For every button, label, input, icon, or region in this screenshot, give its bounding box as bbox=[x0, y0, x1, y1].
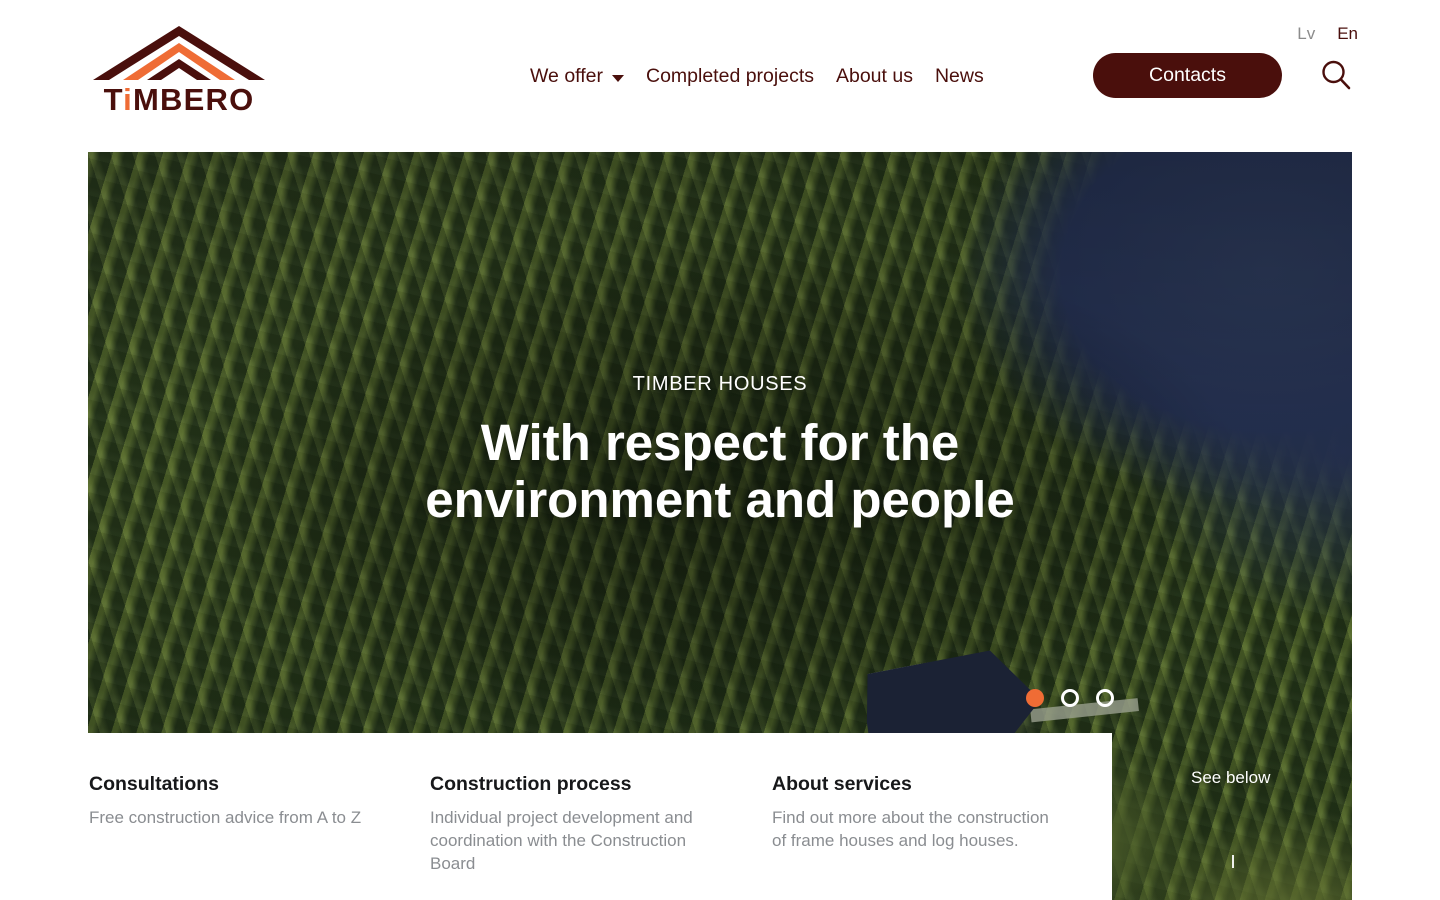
nav-item-we-offer[interactable]: We offer bbox=[530, 60, 624, 92]
scroll-indicator-tick bbox=[1232, 855, 1234, 868]
feature-title[interactable]: About services bbox=[772, 771, 1072, 797]
site-header: TiMBERO We offer Completed projects Abou… bbox=[0, 0, 1440, 152]
feature-text: Find out more about the construction of … bbox=[772, 808, 1049, 850]
logo-word-suffix: MBERO bbox=[133, 82, 255, 117]
feature-card-about-services[interactable]: About services Find out more about the c… bbox=[772, 771, 1072, 852]
carousel-dot-2[interactable] bbox=[1061, 689, 1079, 707]
nav-item-about-us[interactable]: About us bbox=[836, 60, 913, 92]
main-nav: We offer Completed projects About us New… bbox=[530, 60, 984, 92]
search-button[interactable] bbox=[1319, 58, 1353, 92]
see-below-link[interactable]: See below bbox=[1191, 766, 1270, 789]
feature-panel: Consultations Free construction advice f… bbox=[0, 733, 1112, 900]
landing-page: TIMBER HOUSES With respect for the envir… bbox=[0, 0, 1440, 900]
feature-card-construction-process[interactable]: Construction process Individual project … bbox=[430, 771, 730, 875]
carousel-dots[interactable] bbox=[1026, 689, 1114, 707]
logo-word-prefix: T bbox=[103, 82, 124, 117]
logo-word-accent: i bbox=[123, 82, 133, 117]
nav-label: We offer bbox=[530, 65, 603, 87]
contacts-button[interactable]: Contacts bbox=[1093, 53, 1282, 98]
feature-title[interactable]: Construction process bbox=[430, 771, 730, 797]
feature-text: Free construction advice from A to Z bbox=[89, 808, 362, 827]
carousel-dot-1[interactable] bbox=[1026, 689, 1044, 707]
logo[interactable]: TiMBERO bbox=[89, 22, 269, 122]
carousel-dot-3[interactable] bbox=[1096, 689, 1114, 707]
feature-card-consultations[interactable]: Consultations Free construction advice f… bbox=[89, 771, 389, 829]
nav-item-news[interactable]: News bbox=[935, 60, 984, 92]
search-icon bbox=[1322, 60, 1351, 90]
feature-title[interactable]: Consultations bbox=[89, 771, 389, 797]
language-option-en[interactable]: En bbox=[1337, 23, 1358, 45]
chevron-roof-logo-icon bbox=[93, 26, 265, 80]
logo-wordmark: TiMBERO bbox=[89, 80, 269, 120]
chevron-down-icon bbox=[611, 74, 624, 82]
feature-text: Individual project development and coord… bbox=[430, 808, 693, 873]
language-option-lv[interactable]: Lv bbox=[1297, 23, 1315, 45]
nav-item-completed-projects[interactable]: Completed projects bbox=[646, 60, 814, 92]
language-switcher: Lv En bbox=[1297, 23, 1358, 45]
